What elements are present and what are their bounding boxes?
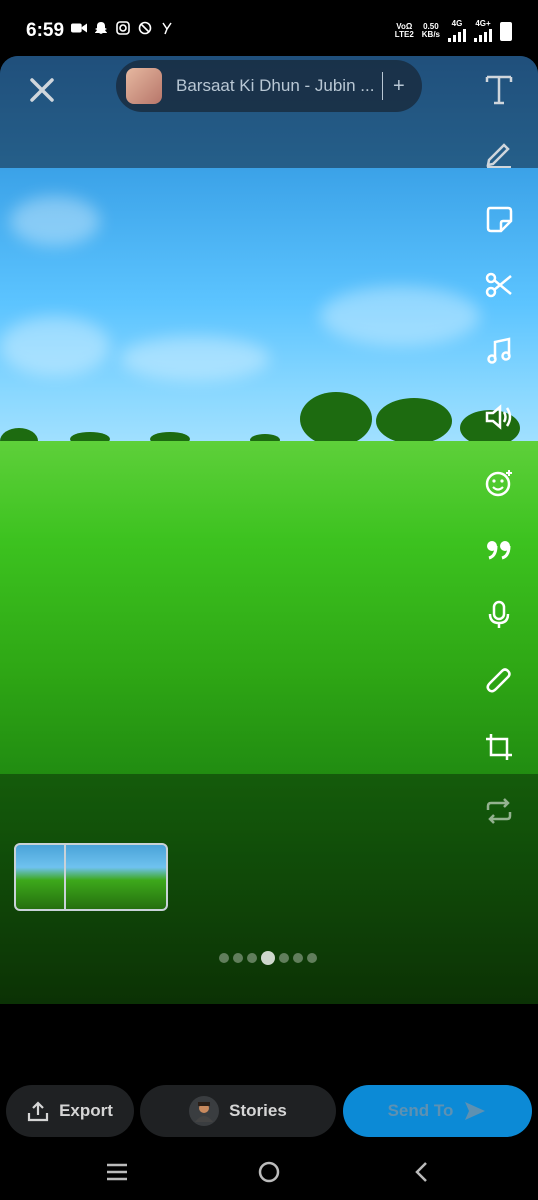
close-icon — [30, 78, 54, 102]
notification-icons — [71, 20, 175, 36]
pencil-icon — [486, 143, 511, 168]
page-dot — [307, 953, 317, 963]
export-button[interactable]: Export — [6, 1085, 134, 1137]
bitmoji-icon — [195, 1102, 214, 1122]
text-tool-button[interactable] — [482, 72, 516, 106]
song-title: Barsaat Ki Dhun - Jubin ... — [176, 76, 375, 95]
menu-icon — [107, 1163, 127, 1181]
page-indicator — [219, 951, 317, 965]
page-dot — [279, 953, 289, 963]
volte-indicator: VoΩ LTE2 — [394, 22, 414, 39]
back-chevron-icon — [415, 1162, 427, 1182]
quote-icon — [487, 541, 511, 560]
system-nav-bar — [0, 1144, 538, 1200]
data-saver-icon — [137, 20, 153, 36]
avatar — [189, 1096, 220, 1126]
video-call-icon — [71, 20, 87, 36]
page-dot — [293, 953, 303, 963]
volume-icon — [485, 404, 512, 430]
text-icon — [485, 75, 513, 105]
sim1-signal: 4G — [448, 20, 466, 42]
signal-bars-icon — [448, 28, 466, 42]
add-song-button[interactable]: + — [393, 75, 405, 98]
back-button[interactable] — [407, 1158, 435, 1186]
page-dot — [233, 953, 243, 963]
close-button[interactable] — [28, 76, 56, 104]
crop-icon — [486, 734, 512, 760]
page-dot — [219, 953, 229, 963]
status-bar: 6:59 VoΩ LTE2 0.50 KB/s 4G 4G+ — [0, 0, 538, 56]
sim2-signal: 4G+ — [474, 20, 492, 42]
paperclip-icon — [486, 668, 511, 693]
upload-icon — [27, 1101, 49, 1122]
send-arrow-icon — [465, 1102, 486, 1120]
draw-tool-button[interactable] — [482, 136, 516, 170]
music-tool-button[interactable] — [482, 334, 516, 368]
stories-label: Stories — [229, 1101, 287, 1120]
snapchat-icon — [93, 20, 109, 36]
mic-tool-button[interactable] — [482, 598, 516, 632]
clip-thumbnail-strip[interactable] — [14, 843, 168, 911]
mic-icon — [488, 600, 510, 628]
sticker-tool-button[interactable] — [482, 202, 516, 236]
export-label: Export — [59, 1101, 113, 1120]
notification-y-icon — [159, 20, 175, 36]
page-dot — [261, 951, 275, 965]
loop-icon — [486, 798, 512, 824]
crop-tool-button[interactable] — [482, 730, 516, 764]
page-dot — [247, 953, 257, 963]
song-cover — [126, 68, 162, 104]
volume-tool-button[interactable] — [482, 400, 516, 434]
system-indicators: VoΩ LTE2 0.50 KB/s 4G 4G+ — [395, 20, 512, 42]
attach-tool-button[interactable] — [482, 664, 516, 698]
emoji-tool-button[interactable] — [482, 466, 516, 500]
music-icon — [487, 337, 511, 364]
send-to-button[interactable]: Send To — [343, 1085, 532, 1137]
home-button[interactable] — [255, 1158, 283, 1186]
clip-divider — [64, 845, 66, 909]
scissors-icon — [485, 272, 512, 298]
network-speed: 0.50 KB/s — [421, 22, 440, 39]
signal-bars-icon — [474, 28, 492, 42]
emoji-icon — [485, 470, 512, 497]
scissors-tool-button[interactable] — [482, 268, 516, 302]
send-to-label: Send To — [387, 1101, 454, 1120]
clock: 6:59 — [26, 20, 65, 41]
loop-tool-button[interactable] — [482, 794, 516, 828]
divider — [382, 72, 383, 100]
battery-icon — [500, 21, 512, 41]
sticker-icon — [486, 206, 513, 233]
song-pill[interactable]: Barsaat Ki Dhun - Jubin ... + — [116, 60, 422, 112]
quote-tool-button[interactable] — [482, 532, 516, 566]
stories-button[interactable]: Stories — [140, 1085, 336, 1137]
instagram-icon — [115, 20, 131, 36]
recent-apps-button[interactable] — [103, 1158, 131, 1186]
home-circle-icon — [258, 1161, 280, 1183]
